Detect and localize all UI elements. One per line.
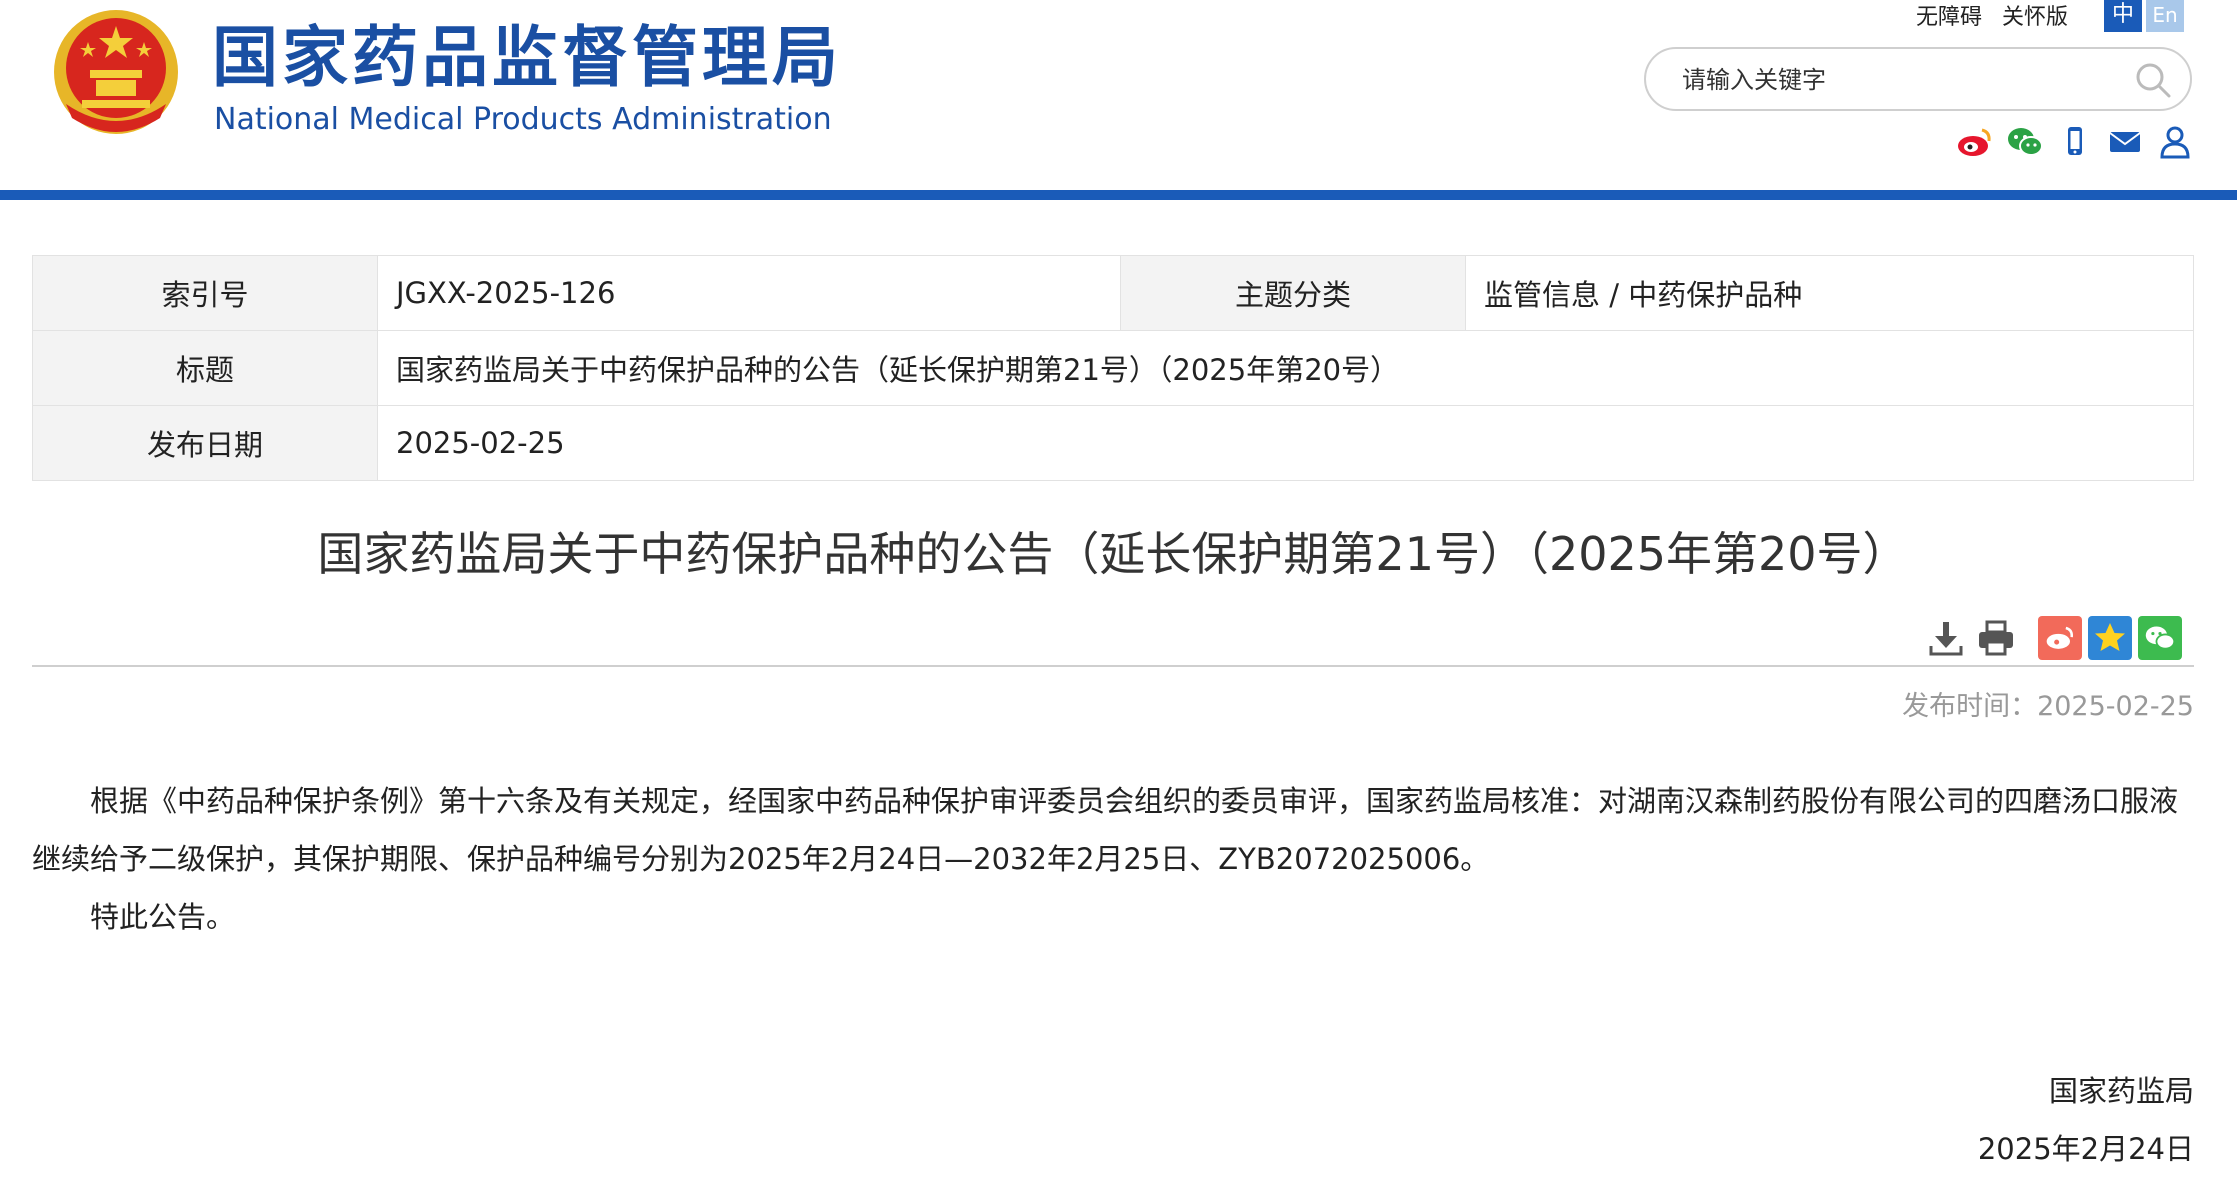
star-icon	[2095, 623, 2125, 651]
article-title: 国家药监局关于中药保护品种的公告（延长保护期第21号）（2025年第20号）	[317, 527, 1909, 581]
site-header: 国家药品监督管理局 National Medical Products Admi…	[0, 0, 2237, 190]
print-icon[interactable]	[1976, 618, 2016, 658]
index-label: 索引号	[32, 255, 378, 331]
social-links	[1956, 124, 2194, 160]
user-icon[interactable]	[2156, 124, 2194, 160]
share-weibo-button[interactable]	[2038, 616, 2082, 660]
search-box	[1644, 47, 2192, 111]
body-paragraph: 根据《中药品种保护条例》第十六条及有关规定，经国家中药品种保护审评委员会组织的委…	[32, 784, 2179, 876]
site-name-en[interactable]: National Medical Products Administration	[214, 102, 832, 138]
signature-date: 2025年2月24日	[1977, 1132, 2194, 1166]
table-row: 标题 国家药监局关于中药保护品种的公告（延长保护期第21号）（2025年第20号…	[32, 330, 2194, 406]
search-icon[interactable]	[2134, 61, 2172, 99]
header-divider-bar	[0, 190, 2237, 200]
body-paragraph: 特此公告。	[90, 900, 236, 934]
metadata-table: 索引号 JGXX-2025-126 主题分类 监管信息 / 中药保护品种 标题 …	[32, 255, 2194, 481]
top-links: 无障碍 关怀版	[1916, 0, 2068, 30]
date-value: 2025-02-25	[377, 405, 2194, 481]
signature: 国家药监局 2025年2月24日	[1978, 1062, 2194, 1178]
wechat-icon[interactable]	[2006, 124, 2044, 160]
mail-icon[interactable]	[2106, 124, 2144, 160]
weibo-icon[interactable]	[1956, 124, 1994, 160]
favorite-button[interactable]	[2088, 616, 2132, 660]
article-tools	[1926, 616, 2182, 660]
national-emblem-icon[interactable]	[52, 8, 180, 136]
article-body: 根据《中药品种保护条例》第十六条及有关规定，经国家中药品种保护审评委员会组织的委…	[32, 772, 2194, 946]
title-value: 国家药监局关于中药保护品种的公告（延长保护期第21号）（2025年第20号）	[377, 330, 2194, 406]
download-icon[interactable]	[1926, 618, 1966, 658]
table-row: 发布日期 2025-02-25	[32, 405, 2194, 481]
publish-time-value: 2025-02-25	[2037, 691, 2194, 722]
weibo-share-icon	[2046, 626, 2074, 649]
signature-org: 国家药监局	[2048, 1074, 2194, 1108]
category-label: 主题分类	[1120, 255, 1466, 331]
title-divider	[32, 665, 2194, 667]
date-label: 发布日期	[32, 405, 378, 481]
title-label: 标题	[32, 330, 378, 406]
publish-time: 发布时间：2025-02-25	[1902, 684, 2194, 723]
share-wechat-button[interactable]	[2138, 616, 2182, 660]
index-value: JGXX-2025-126	[377, 255, 1121, 331]
publish-time-label: 发布时间：	[1902, 691, 2038, 722]
accessibility-link[interactable]: 无障碍	[1916, 0, 1982, 31]
lang-en-button[interactable]: En	[2146, 0, 2184, 32]
search-input[interactable]	[1680, 59, 2124, 101]
category-value: 监管信息 / 中药保护品种	[1465, 255, 2194, 331]
wechat-share-icon	[2145, 626, 2176, 650]
site-name-cn[interactable]: 国家药品监督管理局	[212, 18, 842, 98]
elder-mode-link[interactable]: 关怀版	[2002, 0, 2068, 31]
mobile-icon[interactable]	[2056, 124, 2094, 160]
table-row: 索引号 JGXX-2025-126 主题分类 监管信息 / 中药保护品种	[32, 255, 2194, 331]
lang-zh-button[interactable]: 中	[2104, 0, 2142, 32]
